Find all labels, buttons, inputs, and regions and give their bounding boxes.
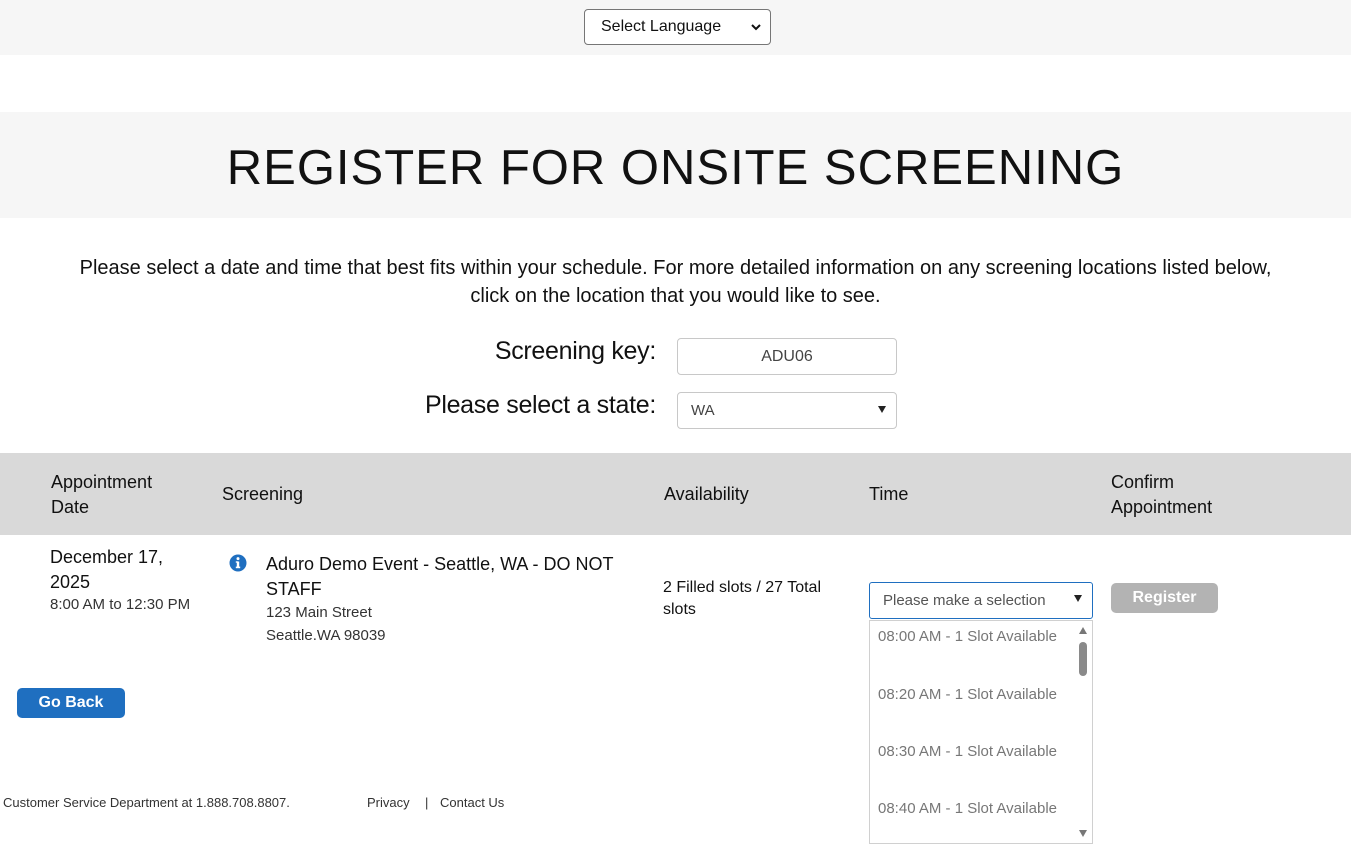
language-bar: Select Language <box>0 0 1351 55</box>
time-option[interactable]: 08:30 AM - 1 Slot Available <box>878 738 1068 766</box>
header-availability: Availability <box>664 484 749 504</box>
time-select-placeholder: Please make a selection <box>883 592 1046 609</box>
intro-line-2: click on the location that you would lik… <box>470 285 881 307</box>
screening-address-line2: Seattle.WA 98039 <box>266 627 386 644</box>
time-option[interactable]: 08:40 AM - 1 Slot Available <box>878 795 1068 823</box>
scrollbar-thumb[interactable] <box>1079 642 1087 676</box>
caret-down-icon <box>878 406 886 413</box>
footer-contact-link[interactable]: Contact Us <box>440 795 504 810</box>
table-header: Appointment Date Screening Availability … <box>0 453 1351 535</box>
header-time: Time <box>869 484 909 504</box>
scroll-down-arrow-icon[interactable] <box>1079 830 1087 837</box>
time-select[interactable]: Please make a selection <box>869 582 1093 619</box>
screening-event-name[interactable]: Aduro Demo Event - Seattle, WA - DO NOT … <box>266 552 626 602</box>
screening-key-input[interactable]: ADU06 <box>677 338 897 375</box>
screening-key-label: Screening key: <box>494 337 656 365</box>
footer-customer-service: Customer Service Department at 1.888.708… <box>3 795 290 810</box>
chevron-down-icon <box>751 24 761 31</box>
appointment-date: December 17, 2025 <box>50 547 164 592</box>
header-appointment-date-line1: Appointment <box>51 472 153 492</box>
caret-down-icon <box>1074 595 1082 602</box>
intro-text: Please select a date and time that best … <box>0 254 1351 310</box>
header-confirm-line2: Appointment <box>1111 497 1213 517</box>
dropdown-scrollbar[interactable] <box>1076 621 1092 843</box>
time-option[interactable]: 08:00 AM - 1 Slot Available <box>878 623 1068 651</box>
state-select-value: WA <box>691 402 715 419</box>
screening-address-line1: 123 Main Street <box>266 604 372 621</box>
state-label: Please select a state: <box>424 391 656 419</box>
screening-key-value: ADU06 <box>761 347 813 365</box>
header-appointment-date: Appointment Date <box>51 470 152 520</box>
appointment-time-range: 8:00 AM to 12:30 PM <box>50 596 191 613</box>
header-appointment-date-line2: Date <box>51 497 90 517</box>
intro-line-1: Please select a date and time that best … <box>79 257 1272 279</box>
availability-text: 2 Filled slots / 27 Total slots <box>663 579 822 618</box>
header-confirm-line1: Confirm <box>1111 472 1175 492</box>
footer-separator: | <box>425 795 429 810</box>
header-confirm-appointment: Confirm Appointment <box>1111 470 1212 520</box>
footer-privacy-link[interactable]: Privacy <box>367 795 410 810</box>
state-select[interactable]: WA <box>677 392 897 429</box>
language-select[interactable]: Select Language <box>584 9 771 45</box>
header-screening: Screening <box>222 484 304 504</box>
time-dropdown-list[interactable]: 08:00 AM - 1 Slot Available 08:20 AM - 1… <box>869 620 1093 844</box>
go-back-button[interactable]: Go Back <box>17 688 125 718</box>
time-option[interactable]: 08:20 AM - 1 Slot Available <box>878 681 1068 709</box>
register-button[interactable]: Register <box>1111 583 1218 613</box>
language-select-value: Select Language <box>601 18 722 35</box>
scroll-up-arrow-icon[interactable] <box>1079 627 1087 634</box>
info-icon[interactable] <box>229 554 247 572</box>
page-title: REGISTER FOR ONSITE SCREENING <box>226 141 1125 195</box>
